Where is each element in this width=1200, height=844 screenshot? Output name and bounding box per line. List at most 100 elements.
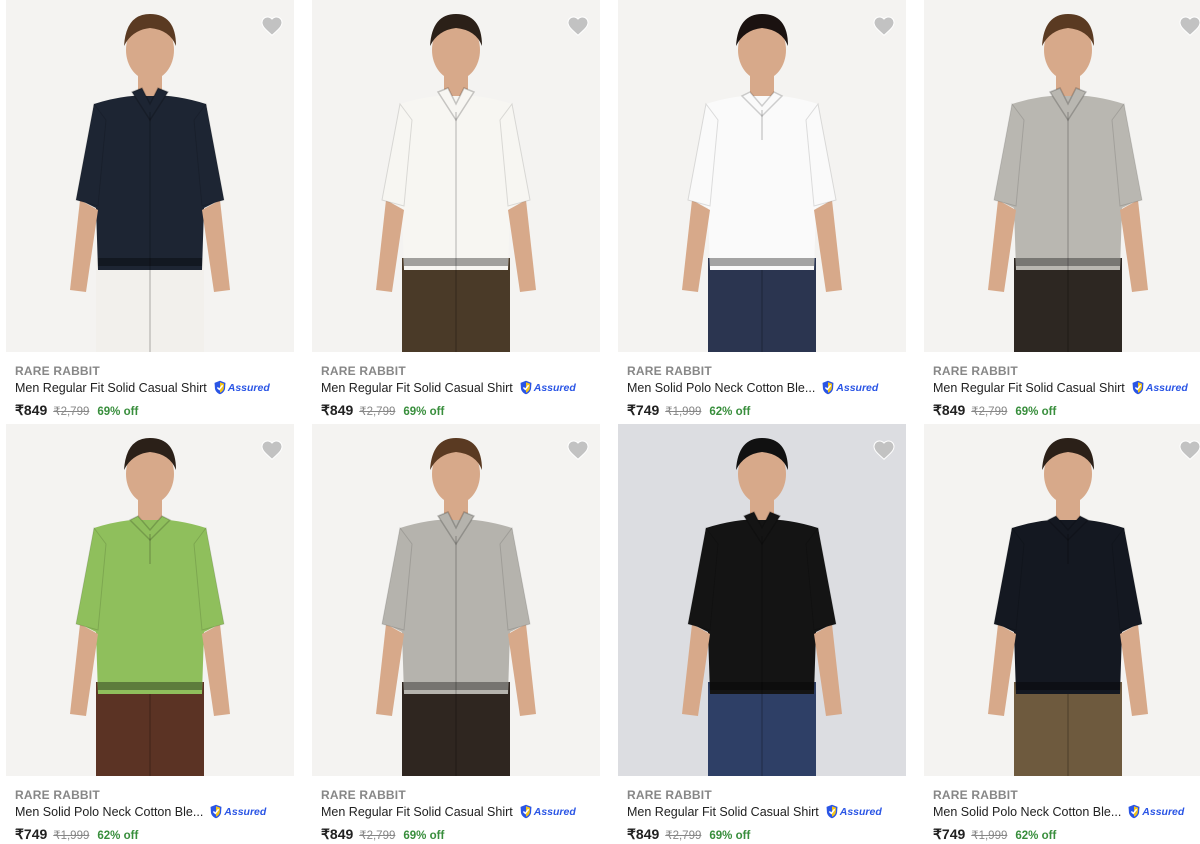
selling-price: ₹849 <box>627 826 660 842</box>
product-image[interactable] <box>618 424 906 776</box>
product-title-text[interactable]: Men Regular Fit Solid Casual Shirt <box>321 381 513 395</box>
wishlist-heart-icon[interactable] <box>260 438 284 462</box>
discount-label: 62% off <box>709 406 751 418</box>
assured-shield-icon <box>822 380 834 395</box>
wishlist-heart-icon[interactable] <box>566 14 590 38</box>
selling-price: ₹749 <box>627 402 660 418</box>
assured-badge: Assured <box>1127 804 1184 819</box>
original-price: ₹2,799 <box>665 830 702 842</box>
original-price: ₹1,999 <box>665 406 702 418</box>
product-brand: RARE RABBIT <box>933 364 1018 378</box>
product-title-text[interactable]: Men Solid Polo Neck Cotton Ble... <box>933 805 1121 819</box>
product-image[interactable] <box>312 424 600 776</box>
assured-label: Assured <box>227 381 270 394</box>
assured-badge: Assured <box>825 804 882 819</box>
assured-shield-icon <box>520 380 532 395</box>
assured-badge: Assured <box>821 380 878 395</box>
original-price: ₹2,799 <box>53 406 90 418</box>
product-card[interactable]: RARE RABBIT Men Regular Fit Solid Casual … <box>924 0 1200 420</box>
wishlist-heart-icon[interactable] <box>872 438 896 462</box>
product-card[interactable]: RARE RABBIT Men Regular Fit Solid Casual … <box>618 424 906 844</box>
product-brand: RARE RABBIT <box>15 364 100 378</box>
product-title[interactable]: Men Regular Fit Solid Casual Shirt Assure… <box>15 380 270 395</box>
assured-label: Assured <box>224 805 267 818</box>
product-brand: RARE RABBIT <box>321 364 406 378</box>
product-image[interactable] <box>924 0 1200 352</box>
assured-label: Assured <box>839 805 882 818</box>
product-title-text[interactable]: Men Regular Fit Solid Casual Shirt <box>15 381 207 395</box>
assured-shield-icon <box>214 380 226 395</box>
product-title[interactable]: Men Regular Fit Solid Casual Shirt Assure… <box>627 804 882 819</box>
assured-badge: Assured <box>209 804 266 819</box>
assured-label: Assured <box>836 381 879 394</box>
price-row: ₹749 ₹1,999 62% off <box>933 826 1056 843</box>
discount-label: 62% off <box>1015 830 1057 842</box>
wishlist-heart-icon[interactable] <box>566 438 590 462</box>
product-image[interactable] <box>618 0 906 352</box>
price-row: ₹749 ₹1,999 62% off <box>15 826 138 843</box>
product-title[interactable]: Men Regular Fit Solid Casual Shirt Assure… <box>321 380 576 395</box>
wishlist-heart-icon[interactable] <box>260 14 284 38</box>
product-title[interactable]: Men Solid Polo Neck Cotton Ble... Assured <box>15 804 266 819</box>
assured-badge: Assured <box>213 380 270 395</box>
original-price: ₹2,799 <box>359 406 396 418</box>
assured-badge: Assured <box>519 804 576 819</box>
price-row: ₹849 ₹2,799 69% off <box>321 826 444 843</box>
product-image[interactable] <box>924 424 1200 776</box>
product-brand: RARE RABBIT <box>321 788 406 802</box>
assured-shield-icon <box>1132 380 1144 395</box>
wishlist-heart-icon[interactable] <box>1178 14 1200 38</box>
assured-shield-icon <box>826 804 838 819</box>
selling-price: ₹849 <box>321 402 354 418</box>
discount-label: 69% off <box>97 406 139 418</box>
discount-label: 69% off <box>1015 406 1057 418</box>
selling-price: ₹749 <box>15 826 48 842</box>
product-title-text[interactable]: Men Regular Fit Solid Casual Shirt <box>933 381 1125 395</box>
product-title-text[interactable]: Men Solid Polo Neck Cotton Ble... <box>627 381 815 395</box>
wishlist-heart-icon[interactable] <box>1178 438 1200 462</box>
product-title[interactable]: Men Regular Fit Solid Casual Shirt Assure… <box>321 804 576 819</box>
selling-price: ₹849 <box>321 826 354 842</box>
product-title[interactable]: Men Solid Polo Neck Cotton Ble... Assured <box>627 380 878 395</box>
discount-label: 69% off <box>403 406 445 418</box>
assured-shield-icon <box>1128 804 1140 819</box>
assured-badge: Assured <box>519 380 576 395</box>
original-price: ₹1,999 <box>53 830 90 842</box>
product-brand: RARE RABBIT <box>933 788 1018 802</box>
price-row: ₹849 ₹2,799 69% off <box>627 826 750 843</box>
selling-price: ₹749 <box>933 826 966 842</box>
product-grid: RARE RABBIT Men Regular Fit Solid Casual … <box>0 0 1200 844</box>
product-card[interactable]: RARE RABBIT Men Regular Fit Solid Casual … <box>6 0 294 420</box>
product-card[interactable]: RARE RABBIT Men Solid Polo Neck Cotton Bl… <box>6 424 294 844</box>
original-price: ₹1,999 <box>971 830 1008 842</box>
product-card[interactable]: RARE RABBIT Men Regular Fit Solid Casual … <box>312 0 600 420</box>
product-brand: RARE RABBIT <box>627 788 712 802</box>
product-image[interactable] <box>6 0 294 352</box>
product-title-text[interactable]: Men Regular Fit Solid Casual Shirt <box>627 805 819 819</box>
product-brand: RARE RABBIT <box>627 364 712 378</box>
assured-label: Assured <box>1142 805 1185 818</box>
assured-shield-icon <box>210 804 222 819</box>
discount-label: 69% off <box>709 830 751 842</box>
price-row: ₹849 ₹2,799 69% off <box>321 402 444 419</box>
assured-shield-icon <box>520 804 532 819</box>
product-title-text[interactable]: Men Solid Polo Neck Cotton Ble... <box>15 805 203 819</box>
product-card[interactable]: RARE RABBIT Men Regular Fit Solid Casual … <box>312 424 600 844</box>
discount-label: 62% off <box>97 830 139 842</box>
product-image[interactable] <box>6 424 294 776</box>
product-card[interactable]: RARE RABBIT Men Solid Polo Neck Cotton Bl… <box>618 0 906 420</box>
assured-label: Assured <box>533 805 576 818</box>
selling-price: ₹849 <box>15 402 48 418</box>
product-card[interactable]: RARE RABBIT Men Solid Polo Neck Cotton Bl… <box>924 424 1200 844</box>
original-price: ₹2,799 <box>971 406 1008 418</box>
price-row: ₹849 ₹2,799 69% off <box>933 402 1056 419</box>
product-title[interactable]: Men Solid Polo Neck Cotton Ble... Assured <box>933 804 1184 819</box>
product-brand: RARE RABBIT <box>15 788 100 802</box>
price-row: ₹749 ₹1,999 62% off <box>627 402 750 419</box>
wishlist-heart-icon[interactable] <box>872 14 896 38</box>
product-title-text[interactable]: Men Regular Fit Solid Casual Shirt <box>321 805 513 819</box>
product-title[interactable]: Men Regular Fit Solid Casual Shirt Assure… <box>933 380 1188 395</box>
product-image[interactable] <box>312 0 600 352</box>
assured-label: Assured <box>533 381 576 394</box>
selling-price: ₹849 <box>933 402 966 418</box>
